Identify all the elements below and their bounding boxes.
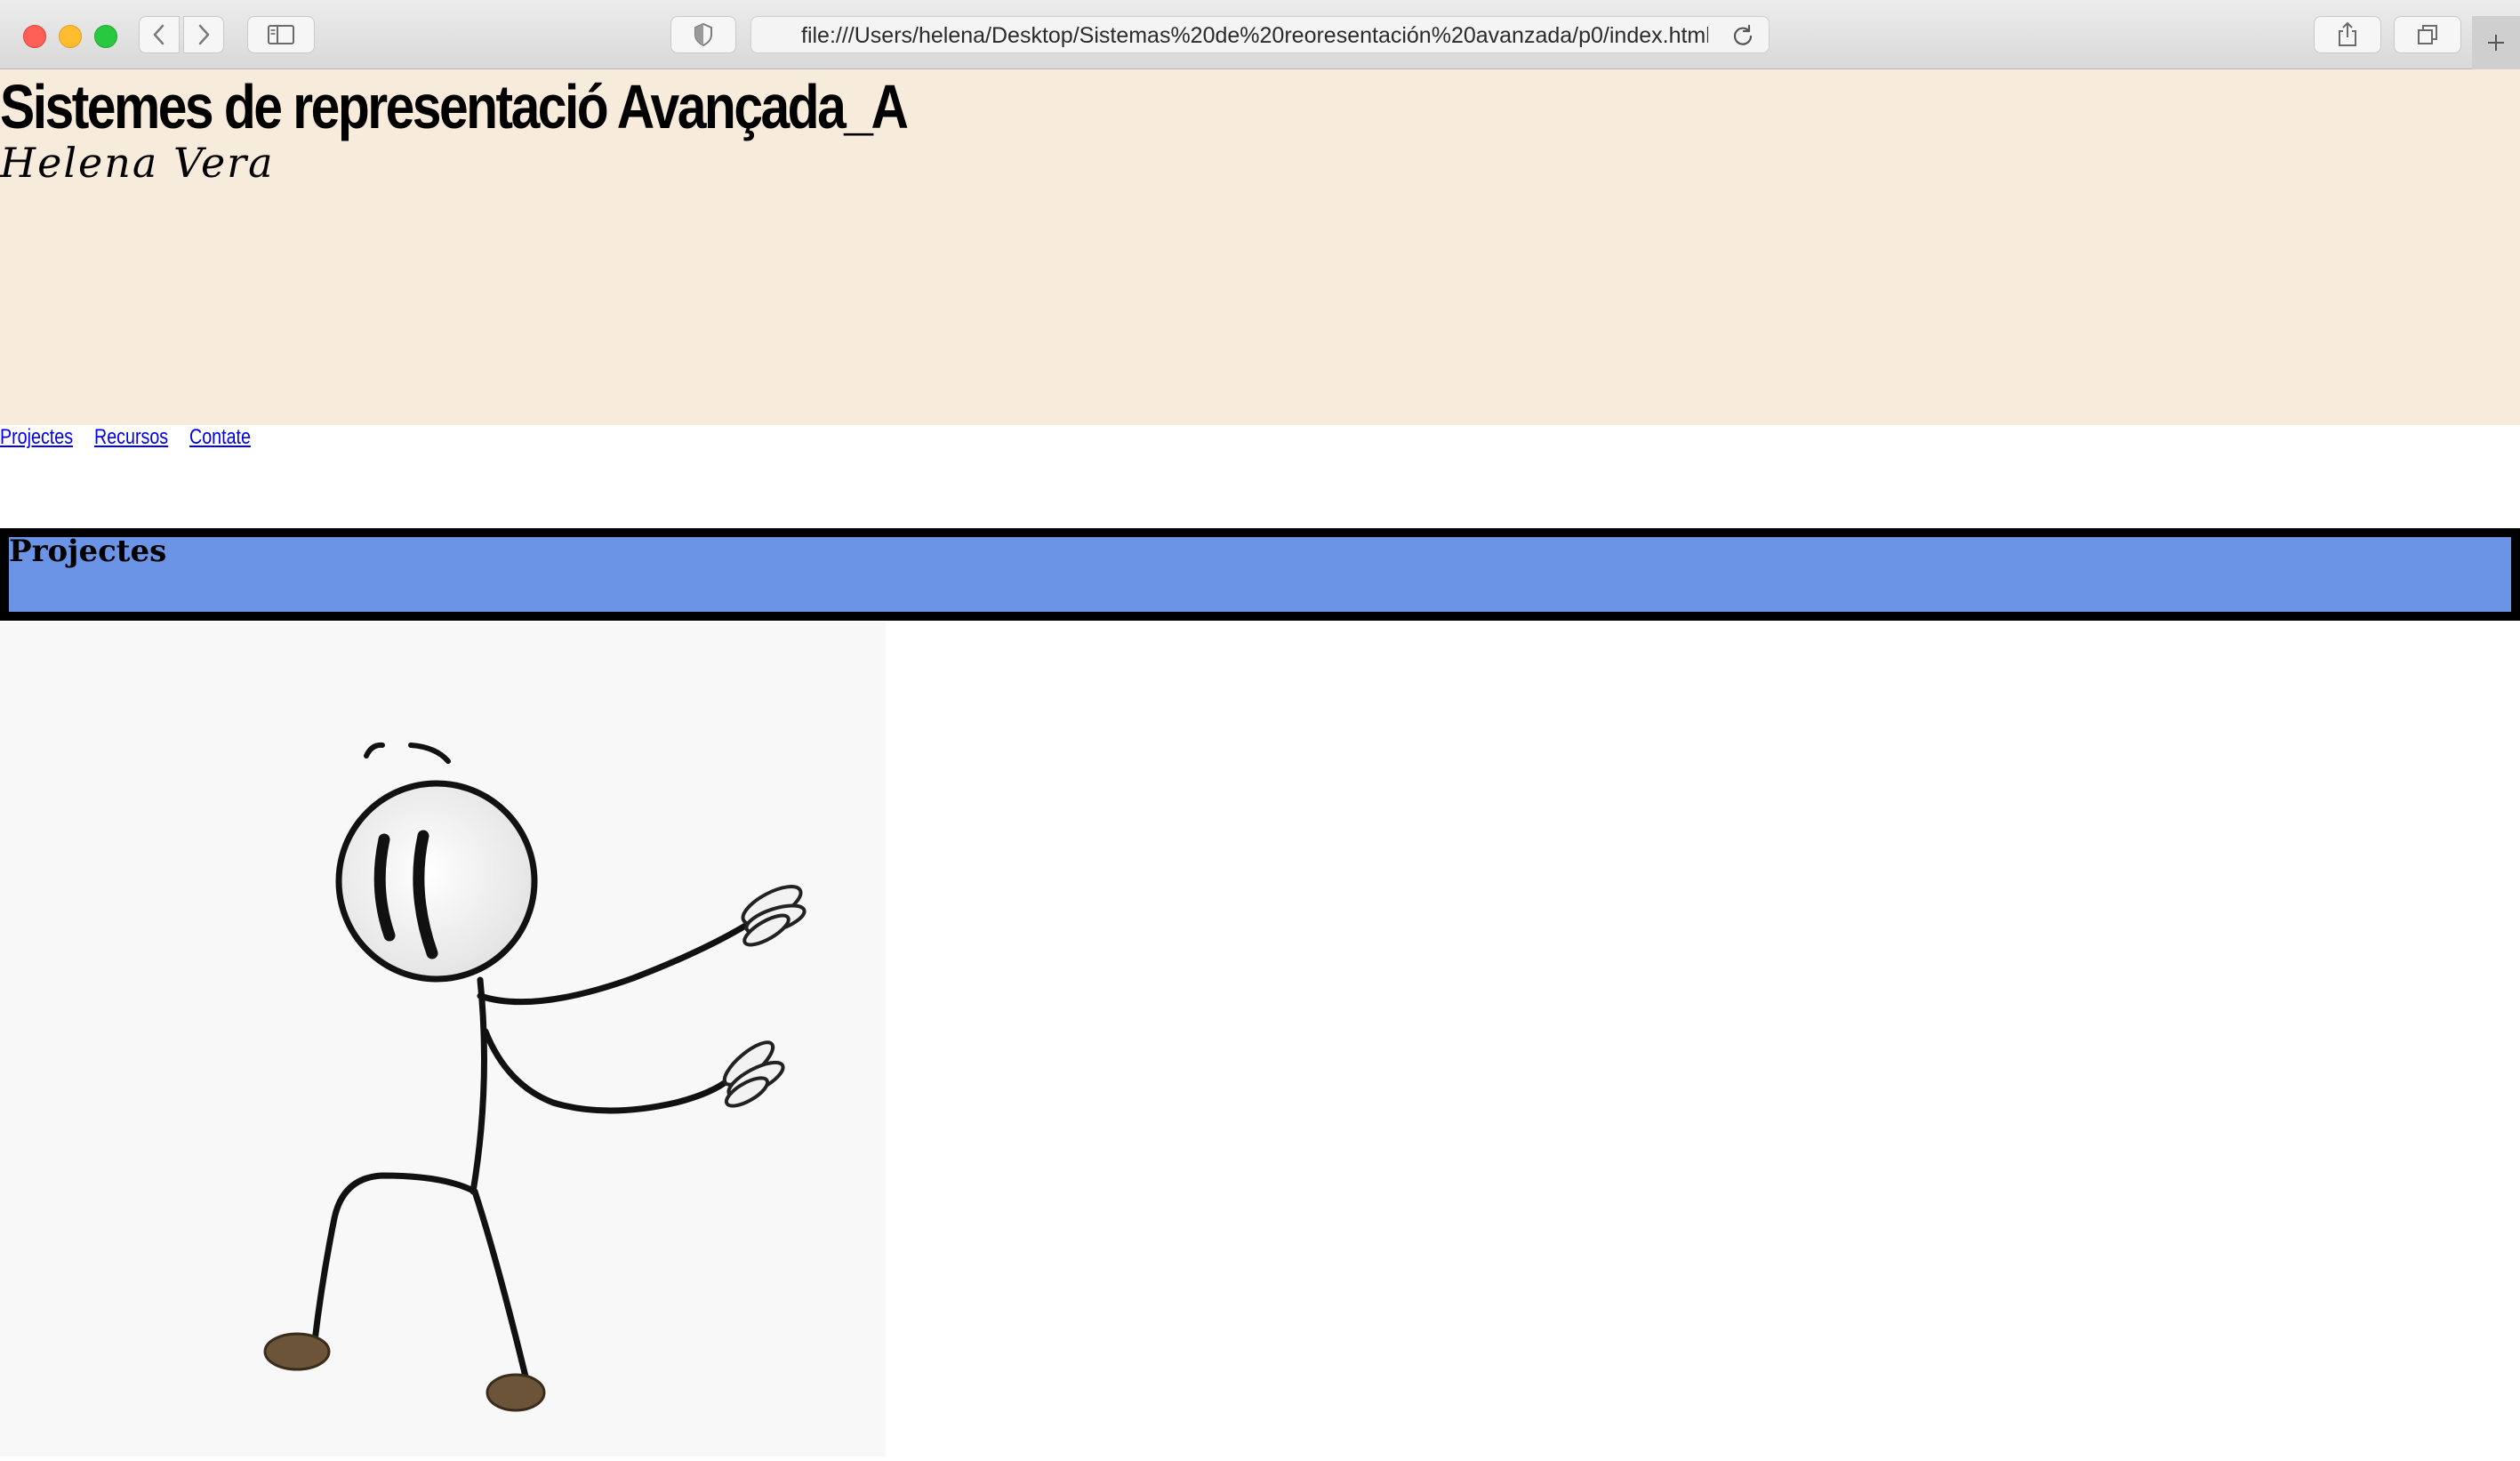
sidebar-icon (268, 25, 294, 44)
forward-button[interactable] (183, 16, 224, 53)
tab-overview-button[interactable] (2394, 16, 2461, 53)
window-maximize-button[interactable] (94, 25, 117, 48)
section-title: Projectes (9, 534, 167, 569)
window-minimize-button[interactable] (59, 25, 82, 48)
tabs-icon (2418, 25, 2437, 44)
main-nav: Projectes Recursos Contate (0, 425, 269, 461)
chevron-left-icon (153, 24, 165, 45)
privacy-report-button[interactable] (670, 16, 736, 53)
web-page: Sistemes de representació Avançada_A Hel… (0, 69, 2520, 1457)
back-button[interactable] (139, 16, 180, 53)
window-close-button[interactable] (23, 25, 46, 48)
author-name: Helena Vera (0, 139, 275, 187)
stick-figure-image (0, 622, 886, 1457)
page-header: Sistemes de representació Avançada_A Hel… (0, 69, 2520, 425)
sidebar-toggle-button[interactable] (247, 16, 315, 53)
nav-link-projectes[interactable]: Projectes (0, 425, 73, 450)
address-bar-url: file:///Users/helena/Desktop/Sistemas%20… (801, 23, 1708, 48)
browser-toolbar: file:///Users/helena/Desktop/Sistemas%20… (0, 0, 2520, 69)
stick-figure-illustration (263, 742, 807, 1412)
share-button[interactable] (2314, 16, 2381, 53)
shield-icon (694, 22, 712, 47)
reload-icon[interactable] (1731, 24, 1754, 47)
chevron-right-icon (198, 24, 210, 45)
new-tab-button[interactable] (2472, 16, 2520, 69)
plus-icon (2488, 35, 2504, 51)
page-title: Sistemes de representació Avançada_A (0, 72, 909, 141)
address-bar[interactable]: file:///Users/helena/Desktop/Sistemas%20… (750, 16, 1770, 53)
share-icon (2339, 21, 2356, 46)
nav-link-recursos[interactable]: Recursos (94, 425, 168, 450)
section-header: Projectes (0, 528, 2520, 621)
nav-link-contate[interactable]: Contate (189, 425, 251, 450)
